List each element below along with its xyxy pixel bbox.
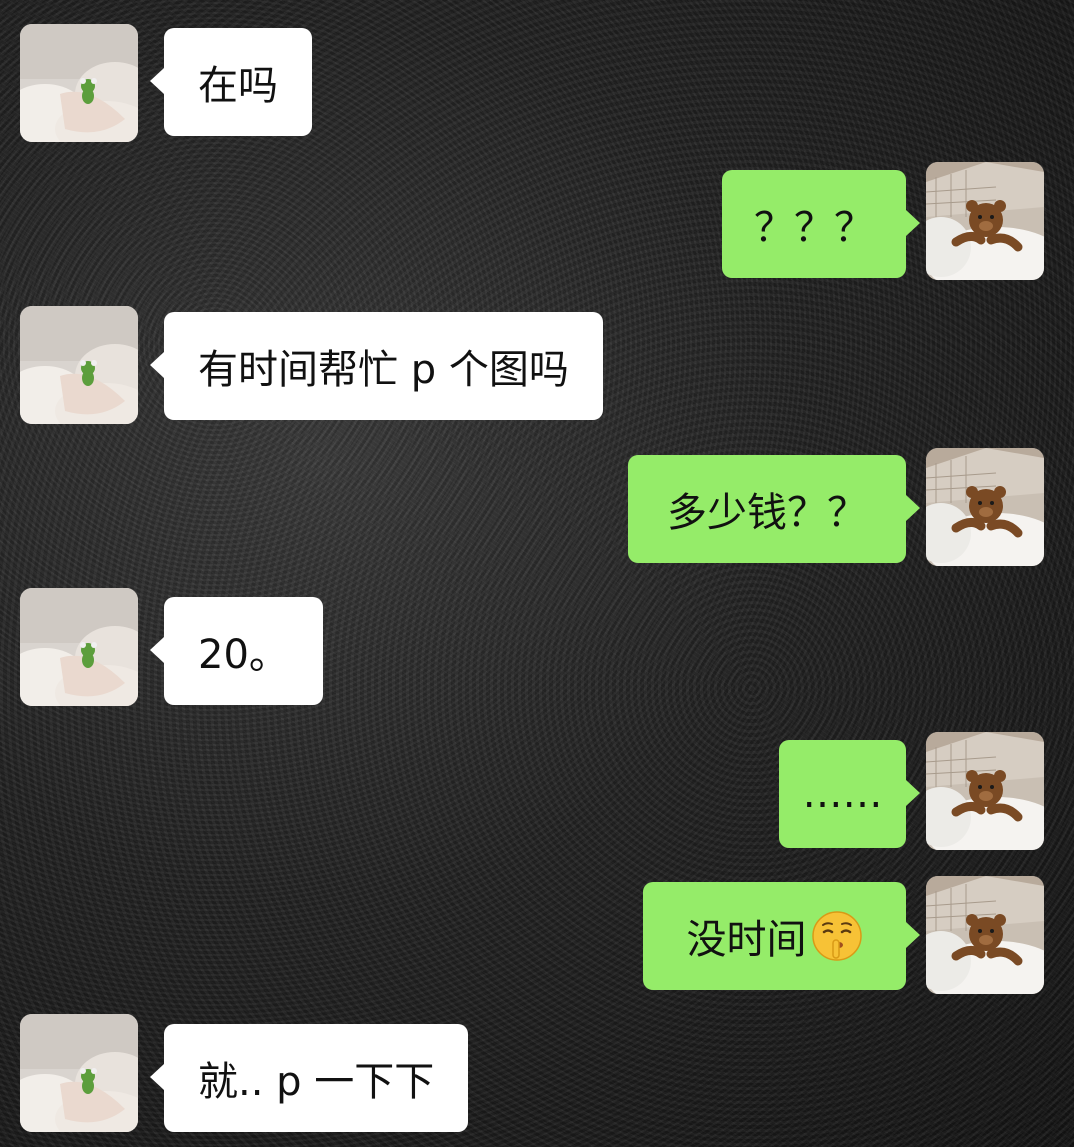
message-bubble-outgoing[interactable]: 没时间 [643, 882, 920, 990]
message-bubble-incoming[interactable]: 20。 [150, 597, 323, 705]
message-bubble-outgoing[interactable]: 多少钱？？ [628, 455, 920, 563]
message-text: 有时间帮忙 p 个图吗 [198, 347, 569, 393]
message-bubble-outgoing[interactable]: ？？？ [722, 170, 920, 278]
contact-avatar[interactable] [20, 1014, 138, 1132]
my-avatar[interactable] [926, 162, 1044, 280]
message-text: 就.. p 一下下 [198, 1059, 435, 1105]
contact-avatar[interactable] [20, 24, 138, 142]
message-bubble-incoming[interactable]: 在吗 [150, 28, 312, 136]
shushing-face-emoji-icon [811, 910, 863, 962]
my-avatar[interactable] [926, 448, 1044, 566]
message-text: 没时间 [686, 917, 807, 963]
my-avatar[interactable] [926, 732, 1044, 850]
message-text: 多少钱？？ [667, 490, 867, 536]
message-bubble-incoming[interactable]: 有时间帮忙 p 个图吗 [150, 312, 603, 420]
message-bubble-outgoing[interactable]: …… [779, 740, 920, 848]
message-text: 20。 [198, 632, 289, 678]
message-text: ？？？ [754, 205, 874, 251]
contact-avatar[interactable] [20, 306, 138, 424]
message-text: 在吗 [198, 63, 278, 109]
message-text: …… [802, 771, 883, 817]
my-avatar[interactable] [926, 876, 1044, 994]
message-bubble-incoming[interactable]: 就.. p 一下下 [149, 1024, 469, 1132]
contact-avatar[interactable] [20, 588, 138, 706]
chat-background [0, 0, 1074, 1147]
